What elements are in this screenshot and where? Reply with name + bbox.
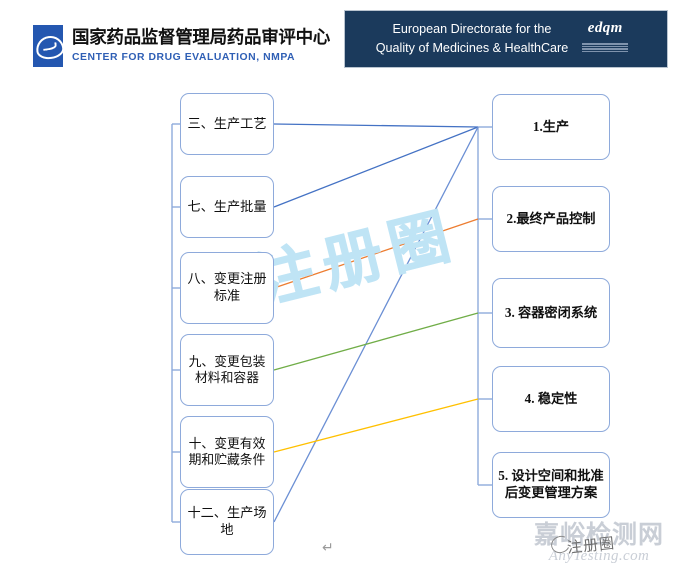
connector-n9-to-r3 <box>273 312 479 371</box>
connector-n10-to-r4 <box>273 398 479 453</box>
diagram-node-n9: 九、变更包装材料和容器 <box>180 334 274 406</box>
diagram-node-r5: 5. 设计空间和批准后变更管理方案 <box>492 452 610 518</box>
diagram-node-n7: 七、生产批量 <box>180 176 274 238</box>
diagram-node-r3: 3. 容器密闭系统 <box>492 278 610 348</box>
diagram-node-r4: 4. 稳定性 <box>492 366 610 432</box>
diagram-node-n10: 十、变更有效期和贮藏条件 <box>180 416 274 488</box>
diagram-node-n12: 十二、生产场地 <box>180 489 274 555</box>
connector-n7-to-r1 <box>273 126 479 208</box>
connector-n12-to-r1 <box>273 126 479 523</box>
diagram-node-r1: 1.生产 <box>492 94 610 160</box>
connector-n3-to-r1 <box>273 123 479 128</box>
diagram-node-n8: 八、变更注册标准 <box>180 252 274 324</box>
diagram-node-n3: 三、生产工艺 <box>180 93 274 155</box>
paragraph-return-mark: ↵ <box>322 540 334 556</box>
diagram-node-r2: 2.最终产品控制 <box>492 186 610 252</box>
